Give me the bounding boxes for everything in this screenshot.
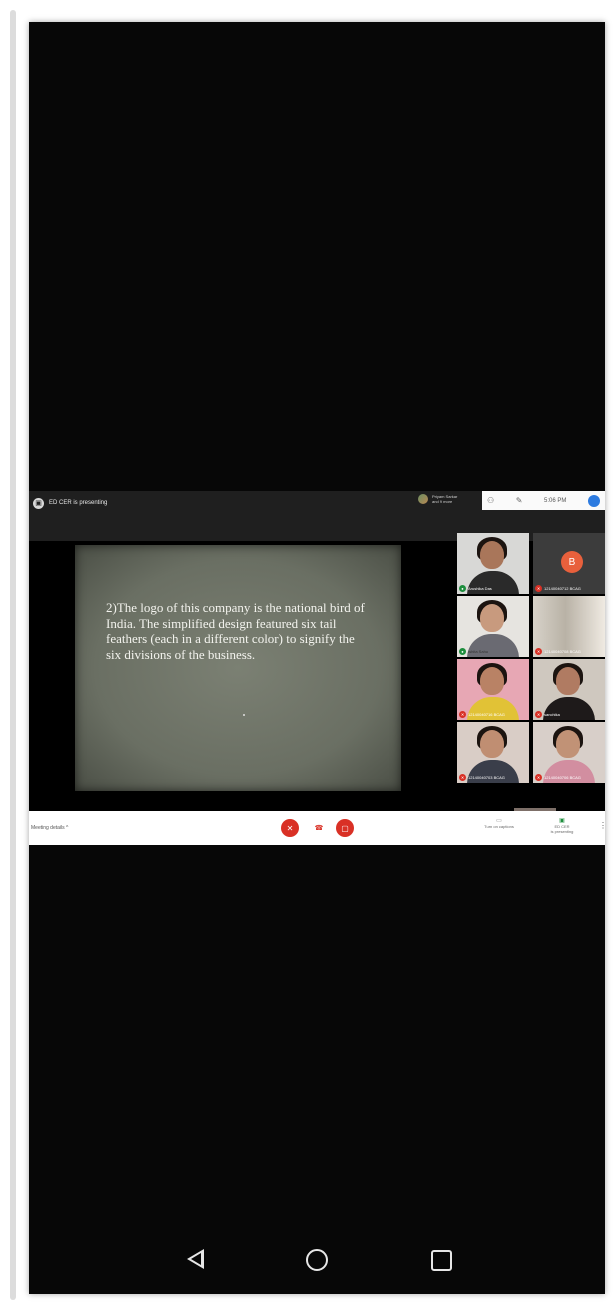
meet-call-window: ▣ ED CER is presenting Priyam Sarkar and…: [29, 491, 605, 845]
android-nav-bar: [29, 1230, 605, 1294]
presentation-slide: 2)The logo of this company is the nation…: [75, 545, 401, 791]
mic-toggle-button[interactable]: ✕: [281, 819, 299, 837]
chat-icon[interactable]: ✎: [516, 496, 523, 505]
meeting-details-link[interactable]: Meeting details ^: [31, 825, 68, 831]
participant-tile[interactable]: B ✕ 12140040712 BCAG: [533, 533, 605, 594]
participants-summary-more: and 9 more: [432, 499, 453, 504]
slide-text: 2)The logo of this company is the nation…: [106, 600, 365, 662]
camera-off-icon: ▢: [341, 823, 349, 833]
participant-tile[interactable]: ● Arushika Das: [457, 533, 529, 594]
mic-off-icon: ✕: [535, 648, 542, 655]
participant-name: ● Ishita Sahu: [459, 648, 488, 655]
more-options-icon[interactable]: ⋮: [599, 821, 605, 830]
device-frame-edge: [10, 10, 16, 1300]
mic-off-icon: ✕: [535, 774, 542, 781]
participant-tile[interactable]: ✕ 12140040716 BCAG: [457, 659, 529, 720]
mic-off-icon: ✕: [286, 823, 294, 833]
participant-name: ✕ sanchika: [535, 711, 560, 718]
participant-name: ● Arushika Das: [459, 585, 492, 592]
present-screen-icon: ▣: [33, 497, 44, 509]
participant-name: ✕ 12140040708 BCAG: [535, 648, 581, 655]
mic-off-icon: ✕: [459, 774, 466, 781]
participants-summary[interactable]: Priyam Sarkar and 9 more: [418, 494, 457, 504]
camera-toggle-button[interactable]: ▢: [336, 819, 354, 837]
presenting-text: ED CER is presenting: [49, 500, 108, 506]
end-call-button[interactable]: ☎: [310, 819, 328, 837]
participant-tile[interactable]: ✕ 12140040708 BCAG: [533, 596, 605, 657]
participant-tile[interactable]: ● Ishita Sahu: [457, 596, 529, 657]
participant-name: ✕ 12140040703 BCAG: [459, 774, 505, 781]
mic-off-icon: ✕: [535, 585, 542, 592]
slide-cursor-dot: [243, 714, 245, 716]
status-time: 5:06 PM: [544, 497, 567, 504]
people-icon[interactable]: ⚇: [487, 496, 494, 505]
home-icon[interactable]: [306, 1249, 328, 1271]
participant-grid: ● Arushika Das B ✕ 12140040712 BCAG ● Is…: [457, 513, 605, 816]
system-status-bar: ⚇ ✎ 5:06 PM: [482, 491, 605, 510]
mic-on-icon: ●: [459, 648, 466, 655]
participant-avatar-icon: [418, 494, 428, 504]
mic-off-icon: ✕: [459, 711, 466, 718]
phone-screen: ▣ ED CER is presenting Priyam Sarkar and…: [29, 22, 605, 1294]
presenting-indicator: ▣ ED CER is presenting: [33, 496, 107, 510]
participant-name: ✕ 12140040706 BCAG: [535, 774, 581, 781]
participant-tile[interactable]: ✕ 12140040703 BCAG: [457, 722, 529, 783]
back-icon[interactable]: [187, 1249, 204, 1269]
participant-tile[interactable]: ✕ sanchika: [533, 659, 605, 720]
account-icon[interactable]: [587, 494, 600, 507]
captions-button[interactable]: ▭ Turn on captions: [479, 818, 519, 829]
mic-off-icon: ✕: [535, 711, 542, 718]
recents-icon[interactable]: [431, 1250, 452, 1271]
participant-tile[interactable]: ✕ 12140040706 BCAG: [533, 722, 605, 783]
end-call-icon: ☎: [314, 825, 324, 832]
mic-on-icon: ●: [459, 585, 466, 592]
participant-name: ✕ 12140040716 BCAG: [459, 711, 505, 718]
call-controls-bar: Meeting details ^ ✕ ☎ ▢ ▭ Turn on captio…: [29, 811, 605, 845]
present-status-button[interactable]: ▣ ED CER is presenting: [542, 818, 582, 834]
participant-name: ✕ 12140040712 BCAG: [535, 585, 581, 592]
participant-avatar: B: [561, 551, 583, 573]
